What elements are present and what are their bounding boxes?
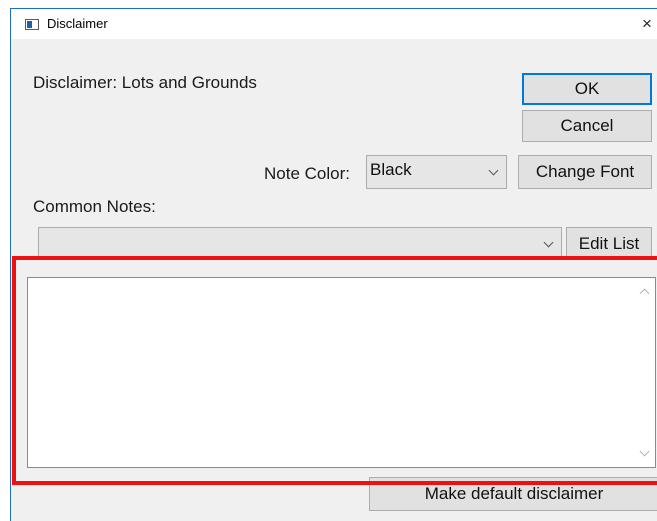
window-title: Disclaimer <box>47 16 108 31</box>
close-button[interactable]: × <box>637 9 657 39</box>
common-notes-select[interactable] <box>38 227 562 260</box>
disclaimer-window: Disclaimer × Disclaimer: Lots and Ground… <box>10 8 657 521</box>
dialog-heading: Disclaimer: Lots and Grounds <box>33 73 257 92</box>
notes-textarea[interactable] <box>27 277 656 468</box>
chevron-down-icon <box>488 165 499 176</box>
make-default-disclaimer-button[interactable]: Make default disclaimer <box>369 477 657 511</box>
note-color-label: Note Color: <box>264 164 350 183</box>
scroll-down-arrow-icon[interactable] <box>639 446 650 457</box>
change-font-button[interactable]: Change Font <box>518 155 652 189</box>
ok-button[interactable]: OK <box>522 73 652 105</box>
note-color-value: Black <box>370 160 412 179</box>
scroll-up-arrow-icon[interactable] <box>639 288 650 299</box>
note-color-select[interactable]: Black <box>366 155 507 189</box>
title-bar: Disclaimer × <box>11 9 657 39</box>
chevron-down-icon <box>543 237 554 248</box>
window-app-icon <box>25 19 39 30</box>
common-notes-label: Common Notes: <box>33 197 156 216</box>
cancel-button[interactable]: Cancel <box>522 110 652 142</box>
edit-list-button[interactable]: Edit List <box>566 227 652 260</box>
